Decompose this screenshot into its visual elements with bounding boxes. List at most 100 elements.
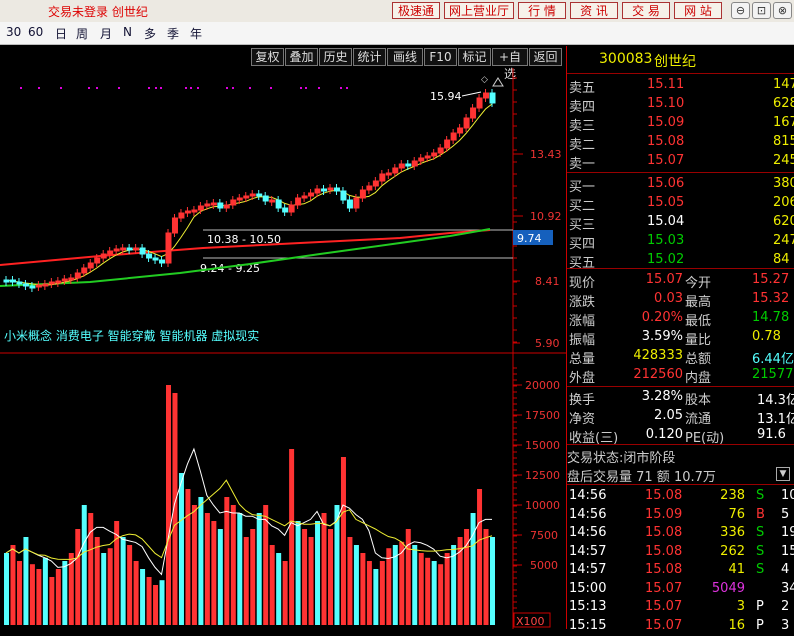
quote-value: 428333 <box>633 348 683 363</box>
stats-value: 3.28% <box>641 389 683 404</box>
scroll-down-icon[interactable]: ▼ <box>776 467 790 481</box>
current-price-tag-text: 9.74 <box>517 232 542 245</box>
period-week[interactable]: 周 <box>76 25 88 42</box>
price-label-2: 10.92 <box>530 210 562 223</box>
orderbook-row[interactable]: 买四 15.03 247 <box>567 232 794 252</box>
tick-price: 15.07 <box>645 599 683 614</box>
quote-label: 总量 <box>569 352 596 367</box>
close-icon[interactable]: ⊗ <box>773 2 792 19</box>
period-30[interactable]: 30 <box>6 25 21 39</box>
orderbook-price: 15.07 <box>647 153 685 168</box>
tick-price: 15.08 <box>645 488 683 503</box>
tick-time: 14:56 <box>569 506 607 522</box>
history-button[interactable]: 历史 <box>319 48 352 66</box>
tick-time: 15:15 <box>569 617 607 633</box>
quote-row: 总量 428333 总额 6.44亿 <box>567 347 794 367</box>
orderbook-price: 15.04 <box>647 214 685 229</box>
orderbook-volume: 147 <box>773 77 794 92</box>
orderbook-label: 卖一 <box>569 157 596 172</box>
price-label-1: 13.43 <box>530 148 562 161</box>
tick-count: 4 <box>781 562 790 577</box>
stats-label: 换手 <box>569 393 596 408</box>
tick-price: 15.07 <box>645 617 683 633</box>
nav-trade-button[interactable]: 交 易 <box>622 2 670 19</box>
quote-value-2: 0.78 <box>752 329 781 344</box>
tick-count: 2 <box>781 599 790 614</box>
period-year[interactable]: 年 <box>190 25 202 42</box>
title-bar: 交易未登录 创世纪 极速通 网上营业厅 行 情 资 讯 交 易 网 站 ⊖ ⊡ … <box>0 0 794 23</box>
chart-toolbar: 复权 叠加 历史 统计 画线 F10 标记 +自选 返回 <box>0 46 566 81</box>
orderbook-row[interactable]: 买一 15.06 380 <box>567 175 794 195</box>
orderbook-row[interactable]: 买二 15.05 206 <box>567 194 794 214</box>
adjust-button[interactable]: 复权 <box>251 48 284 66</box>
orderbook-row[interactable]: 卖三 15.09 167 <box>567 114 794 134</box>
tick-volume: 76 <box>728 506 745 522</box>
tick-row: 14:57 15.08 41 S 4 <box>567 561 794 580</box>
quote-value: 15.07 <box>645 272 683 287</box>
orderbook-row[interactable]: 卖四 15.10 628 <box>567 95 794 115</box>
period-multi[interactable]: 多 <box>144 25 156 42</box>
triangle-icon <box>492 77 504 87</box>
period-n[interactable]: N <box>123 25 132 39</box>
concept-tags: 小米概念 消费电子 智能穿戴 智能机器 虚拟现实 <box>4 328 259 343</box>
nav-news-button[interactable]: 资 讯 <box>570 2 618 19</box>
overlay-button[interactable]: 叠加 <box>285 48 318 66</box>
quote-row: 振幅 3.59% 量比 0.78 <box>567 328 794 348</box>
quote-value: 0.03 <box>654 291 683 306</box>
f10-button[interactable]: F10 <box>424 48 457 66</box>
kline-chart[interactable]: 13.43 10.92 8.41 5.90 9.74 10.38 - 10.50… <box>0 68 566 629</box>
draw-button[interactable]: 画线 <box>387 48 423 66</box>
orderbook-row[interactable]: 卖五 15.11 147 <box>567 76 794 96</box>
quote-value: 0.20% <box>641 310 683 325</box>
quote-row: 外盘 212560内盘 215773 <box>567 366 794 386</box>
quote-value: 3.59% <box>641 329 683 344</box>
period-day[interactable]: 日 <box>55 25 67 42</box>
orderbook-volume: 620 <box>773 214 794 229</box>
orderbook-row[interactable]: 买三 15.04 620 <box>567 213 794 233</box>
tick-row: 15:13 15.07 3 P 2 <box>567 598 794 617</box>
quote-value: 212560 <box>633 367 683 382</box>
minimize-icon[interactable]: ⊖ <box>731 2 750 19</box>
tick-time: 14:56 <box>569 525 607 540</box>
quote-value-2: 6.44亿 <box>752 352 794 367</box>
tick-price: 15.08 <box>645 543 683 559</box>
quote-label: 振幅 <box>569 333 596 348</box>
orderbook-volume: 380 <box>773 176 794 191</box>
nav-market-button[interactable]: 行 情 <box>518 2 566 19</box>
tick-side: S <box>756 488 765 503</box>
period-quarter[interactable]: 季 <box>167 25 179 42</box>
nav-website-button[interactable]: 网 站 <box>674 2 722 19</box>
stats-button[interactable]: 统计 <box>353 48 386 66</box>
nav-fast-button[interactable]: 极速通 <box>392 2 440 19</box>
stats-row: 净资 2.05 流通 13.1亿 <box>567 407 794 427</box>
tick-count: 15 <box>781 543 794 559</box>
orderbook-label: 买二 <box>569 199 596 214</box>
tick-row: 15:00 15.07 5049 345 <box>567 580 794 599</box>
after-hours-row: 盘后交易量 71 额 10.7万 <box>567 465 794 485</box>
orderbook-label: 卖二 <box>569 138 596 153</box>
mark-button[interactable]: 标记 <box>458 48 491 66</box>
orderbook-label: 买四 <box>569 237 596 252</box>
stats-value: 0.120 <box>645 427 683 442</box>
tick-price: 15.08 <box>645 525 683 540</box>
period-60[interactable]: 60 <box>28 25 43 39</box>
vol-label-15000: 15000 <box>525 439 560 452</box>
tick-volume: 238 <box>720 488 745 503</box>
quote-value-2: 15.27 <box>752 272 790 287</box>
restore-icon[interactable]: ⊡ <box>752 2 771 19</box>
orderbook-volume: 206 <box>773 195 794 210</box>
orderbook-volume: 84 <box>773 252 790 267</box>
period-month[interactable]: 月 <box>100 25 112 42</box>
orderbook-row[interactable]: 卖一 15.07 245 <box>567 152 794 172</box>
orderbook-row[interactable]: 卖二 15.08 815 <box>567 133 794 153</box>
quote-panel: 300083 创世纪 卖五 15.11 147 卖四 15.10 628 卖三 15.09 16… <box>566 46 794 633</box>
tick-volume: 3 <box>736 599 745 614</box>
tick-side: P <box>756 617 764 633</box>
tick-volume: 336 <box>720 525 745 540</box>
back-button[interactable]: 返回 <box>529 48 562 66</box>
add-watchlist-button[interactable]: +自选 <box>492 48 528 81</box>
nav-online-hall-button[interactable]: 网上营业厅 <box>444 2 514 19</box>
quote-value-2: 215773 <box>752 367 794 382</box>
quote-label-2: 内盘 <box>685 371 712 386</box>
vol-label-20000: 20000 <box>525 379 560 392</box>
